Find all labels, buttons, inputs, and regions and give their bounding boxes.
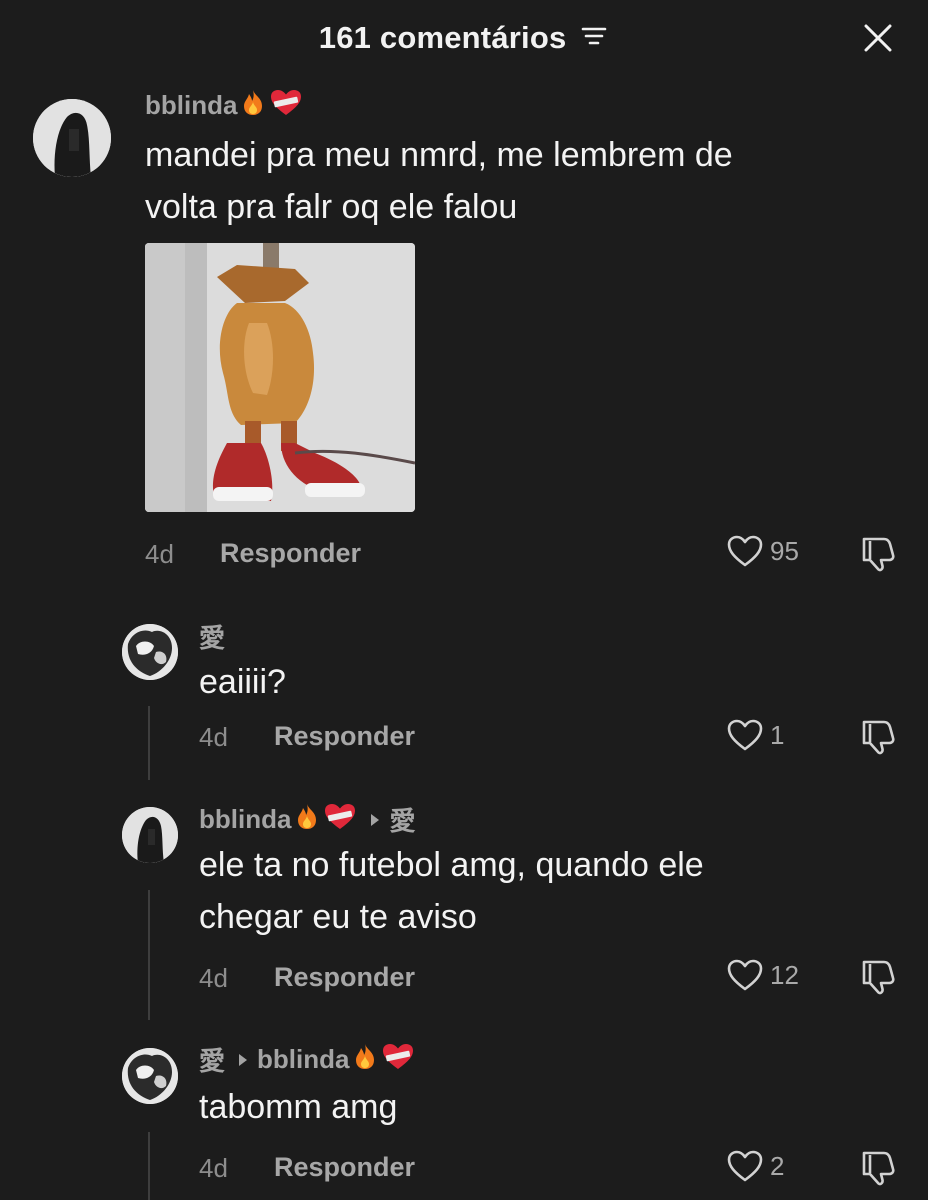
reply-text: tabomm amg (199, 1081, 397, 1133)
dislike-button[interactable] (858, 956, 898, 1001)
avatar-ai[interactable] (122, 1048, 178, 1104)
like-button[interactable]: 1 (726, 718, 784, 752)
like-count: 12 (770, 959, 799, 990)
mending-heart-emoji-icon (381, 1042, 415, 1077)
comment-username-row: bblinda (145, 88, 303, 123)
dislike-button[interactable] (858, 533, 898, 578)
reply-username-row: 愛 bblinda (199, 1041, 415, 1078)
reply-text-line: ele ta no futebol amg, quando ele (199, 846, 704, 884)
reply-to-caret-icon (369, 804, 381, 835)
reply-username[interactable]: bblinda (199, 804, 291, 835)
fire-emoji-icon (294, 802, 320, 837)
like-button[interactable]: 12 (726, 958, 799, 992)
reply-username-row: bblinda 愛 (199, 801, 415, 838)
heart-icon (727, 719, 763, 751)
reply-time: 4d (199, 1153, 228, 1183)
reply-text: ele ta no futebol amg, quando ele chegar… (199, 839, 704, 943)
reply-text-line: eaiiii? (199, 663, 286, 701)
reply-to-username[interactable]: 愛 (389, 801, 415, 838)
reply-text-line: tabomm amg (199, 1088, 398, 1126)
like-count: 95 (770, 535, 799, 566)
fire-emoji-icon (240, 88, 266, 123)
reply-button[interactable]: Responder (220, 538, 361, 569)
mending-heart-emoji-icon (269, 88, 303, 123)
thumbs-down-icon (862, 537, 895, 572)
dislike-button[interactable] (858, 716, 898, 761)
reply-to-username[interactable]: bblinda (257, 1044, 349, 1075)
reply-button[interactable]: Responder (274, 962, 415, 993)
comment-text-line: volta pra falr oq ele falou (145, 188, 518, 226)
like-button[interactable]: 2 (726, 1149, 784, 1183)
thread-line (148, 890, 150, 1020)
reply-button[interactable]: Responder (274, 1152, 415, 1183)
heart-icon (727, 959, 763, 991)
thread-line (148, 1132, 150, 1200)
thumbs-down-icon (862, 720, 895, 755)
heart-icon (727, 535, 763, 567)
comment-time: 4d (145, 539, 174, 569)
like-count: 1 (770, 719, 785, 750)
avatar-bblinda[interactable] (33, 99, 111, 177)
reply-username-row: 愛 (199, 618, 225, 655)
like-count: 2 (770, 1150, 785, 1181)
avatar-bblinda[interactable] (122, 807, 178, 863)
heart-icon (727, 1150, 763, 1182)
comment-gif-image[interactable] (145, 243, 415, 512)
comments-header: 161 comentários (0, 0, 928, 80)
avatar-ai[interactable] (122, 624, 178, 680)
fire-emoji-icon (352, 1042, 378, 1077)
reply-time: 4d (199, 722, 228, 752)
reply-username[interactable]: 愛 (199, 618, 225, 655)
comments-title-group: 161 comentários (0, 18, 928, 56)
comment-text-line: mandei pra meu nmrd, me lembrem de (145, 136, 733, 174)
mending-heart-emoji-icon (323, 802, 357, 837)
reply-time: 4d (199, 963, 228, 993)
reply-text: eaiiii? (199, 656, 286, 708)
thread-line (148, 706, 150, 780)
reply-username[interactable]: 愛 (199, 1041, 225, 1078)
reply-text-line: chegar eu te aviso (199, 898, 477, 936)
like-button[interactable]: 95 (726, 534, 799, 568)
close-icon (864, 24, 892, 52)
comments-count-title: 161 comentários (318, 19, 567, 55)
sort-filter-icon[interactable] (581, 20, 609, 56)
thumbs-down-icon (862, 1151, 895, 1186)
dislike-button[interactable] (858, 1147, 898, 1192)
reply-to-caret-icon (237, 1044, 249, 1075)
close-button[interactable] (862, 22, 894, 54)
reply-button[interactable]: Responder (274, 721, 415, 752)
thumbs-down-icon (862, 960, 895, 995)
comment-text: mandei pra meu nmrd, me lembrem de volta… (145, 129, 733, 233)
comment-username[interactable]: bblinda (145, 90, 237, 121)
